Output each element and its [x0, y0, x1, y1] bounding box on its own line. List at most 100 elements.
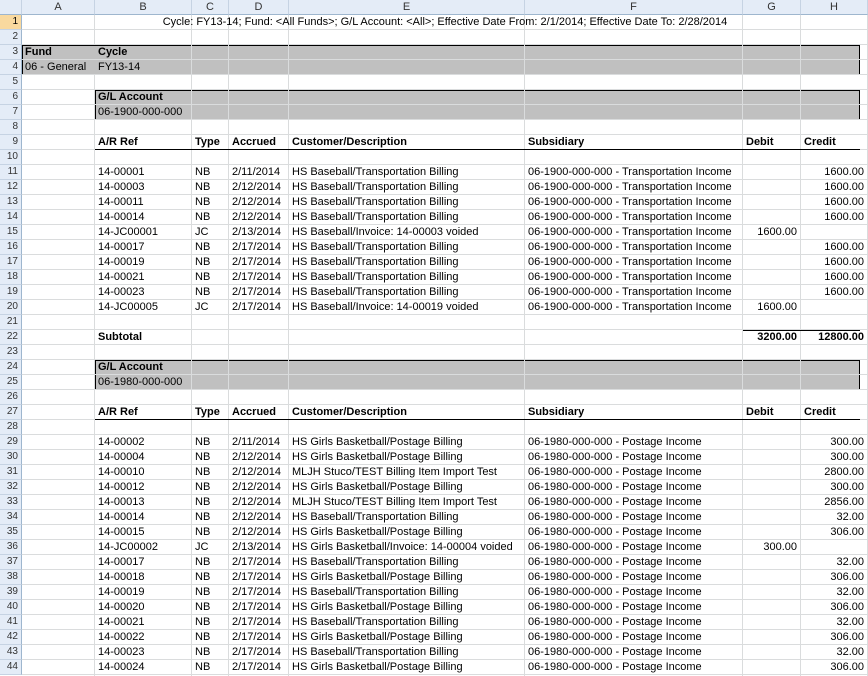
table-cell-desc[interactable]: HS Baseball/Transportation Billing [292, 195, 524, 209]
table-cell-debit[interactable] [746, 165, 800, 179]
row-header[interactable]: 24 [0, 360, 22, 375]
table-cell-credit[interactable]: 32.00 [804, 645, 867, 659]
table-cell-sub[interactable]: 06-1900-000-000 - Transportation Income [528, 165, 742, 179]
table-cell-sub[interactable]: 06-1980-000-000 - Postage Income [528, 585, 742, 599]
table-cell-ar[interactable]: 14-00018 [98, 570, 191, 584]
table-cell-desc[interactable]: HS Girls Basketball/Postage Billing [292, 525, 524, 539]
row-header[interactable]: 34 [0, 510, 22, 525]
table-cell-sub[interactable]: 06-1900-000-000 - Transportation Income [528, 195, 742, 209]
table-cell-type[interactable]: NB [195, 255, 228, 269]
table-cell-debit[interactable] [746, 270, 800, 284]
table-cell-desc[interactable]: HS Girls Basketball/Postage Billing [292, 570, 524, 584]
row-header[interactable]: 26 [0, 390, 22, 405]
row-header[interactable]: 22 [0, 330, 22, 345]
column-title-desc[interactable]: Customer/Description [292, 405, 524, 419]
table-cell-sub[interactable]: 06-1900-000-000 - Transportation Income [528, 180, 742, 194]
row-header[interactable]: 36 [0, 540, 22, 555]
row-header[interactable]: 18 [0, 270, 22, 285]
table-cell-accrued[interactable]: 2/17/2014 [232, 660, 288, 674]
column-header-f[interactable]: F [525, 0, 743, 15]
table-cell-accrued[interactable]: 2/12/2014 [232, 210, 288, 224]
table-cell-sub[interactable]: 06-1980-000-000 - Postage Income [528, 450, 742, 464]
table-cell-ar[interactable]: 14-00001 [98, 165, 191, 179]
table-cell-desc[interactable]: HS Girls Basketball/Postage Billing [292, 600, 524, 614]
row-header[interactable]: 25 [0, 375, 22, 390]
table-cell-sub[interactable]: 06-1980-000-000 - Postage Income [528, 540, 742, 554]
row-header[interactable]: 31 [0, 465, 22, 480]
table-cell-type[interactable]: NB [195, 450, 228, 464]
table-cell-sub[interactable]: 06-1980-000-000 - Postage Income [528, 660, 742, 674]
table-cell-credit[interactable] [804, 225, 867, 239]
column-title-credit[interactable]: Credit [804, 135, 867, 149]
table-cell-accrued[interactable]: 2/12/2014 [232, 510, 288, 524]
table-cell-debit[interactable] [746, 285, 800, 299]
table-cell-type[interactable]: NB [195, 285, 228, 299]
table-cell-ar[interactable]: 14-JC00005 [98, 300, 191, 314]
row-header[interactable]: 16 [0, 240, 22, 255]
table-cell-type[interactable]: NB [195, 555, 228, 569]
column-header-b[interactable]: B [95, 0, 192, 15]
gl-account-value[interactable]: 06-1900-000-000 [98, 105, 524, 119]
table-cell-accrued[interactable]: 2/12/2014 [232, 195, 288, 209]
table-cell-sub[interactable]: 06-1980-000-000 - Postage Income [528, 615, 742, 629]
row-header[interactable]: 11 [0, 165, 22, 180]
column-header-d[interactable]: D [229, 0, 289, 15]
table-cell-sub[interactable]: 06-1980-000-000 - Postage Income [528, 555, 742, 569]
table-cell-sub[interactable]: 06-1980-000-000 - Postage Income [528, 495, 742, 509]
table-cell-sub[interactable]: 06-1900-000-000 - Transportation Income [528, 225, 742, 239]
table-cell-debit[interactable] [746, 555, 800, 569]
table-cell-credit[interactable]: 1600.00 [804, 165, 867, 179]
table-cell-type[interactable]: NB [195, 630, 228, 644]
table-cell-credit[interactable]: 1600.00 [804, 270, 867, 284]
row-header[interactable]: 5 [0, 75, 22, 90]
column-title-type[interactable]: Type [195, 405, 228, 419]
table-cell-desc[interactable]: HS Girls Basketball/Postage Billing [292, 450, 524, 464]
table-cell-accrued[interactable]: 2/17/2014 [232, 300, 288, 314]
table-cell-sub[interactable]: 06-1900-000-000 - Transportation Income [528, 255, 742, 269]
table-cell-credit[interactable]: 1600.00 [804, 210, 867, 224]
cycle-value[interactable]: FY13-14 [98, 60, 191, 74]
table-cell-desc[interactable]: HS Baseball/Transportation Billing [292, 165, 524, 179]
row-header[interactable]: 8 [0, 120, 22, 135]
table-cell-sub[interactable]: 06-1980-000-000 - Postage Income [528, 465, 742, 479]
table-cell-sub[interactable]: 06-1980-000-000 - Postage Income [528, 435, 742, 449]
table-cell-desc[interactable]: HS Baseball/Transportation Billing [292, 585, 524, 599]
table-cell-type[interactable]: NB [195, 645, 228, 659]
select-all-corner[interactable] [0, 0, 22, 15]
table-cell-ar[interactable]: 14-JC00002 [98, 540, 191, 554]
table-cell-accrued[interactable]: 2/12/2014 [232, 450, 288, 464]
table-cell-debit[interactable] [746, 570, 800, 584]
row-header[interactable]: 33 [0, 495, 22, 510]
table-cell-ar[interactable]: 14-00019 [98, 585, 191, 599]
column-header-a[interactable]: A [22, 0, 95, 15]
table-cell-accrued[interactable]: 2/17/2014 [232, 645, 288, 659]
row-header[interactable]: 29 [0, 435, 22, 450]
table-cell-debit[interactable] [746, 465, 800, 479]
row-header[interactable]: 35 [0, 525, 22, 540]
table-cell-accrued[interactable]: 2/11/2014 [232, 165, 288, 179]
table-cell-type[interactable]: NB [195, 165, 228, 179]
table-cell-credit[interactable]: 1600.00 [804, 195, 867, 209]
table-cell-debit[interactable] [746, 495, 800, 509]
gl-account-label[interactable]: G/L Account [98, 90, 524, 104]
row-header[interactable]: 9 [0, 135, 22, 150]
table-cell-ar[interactable]: 14-00012 [98, 480, 191, 494]
table-cell-type[interactable]: NB [195, 510, 228, 524]
table-cell-accrued[interactable]: 2/13/2014 [232, 540, 288, 554]
table-cell-debit[interactable] [746, 480, 800, 494]
table-cell-desc[interactable]: HS Girls Basketball/Postage Billing [292, 435, 524, 449]
table-cell-type[interactable]: NB [195, 210, 228, 224]
table-cell-credit[interactable]: 300.00 [804, 435, 867, 449]
column-title-ar[interactable]: A/R Ref [98, 405, 191, 419]
row-header[interactable]: 12 [0, 180, 22, 195]
column-title-type[interactable]: Type [195, 135, 228, 149]
column-title-desc[interactable]: Customer/Description [292, 135, 524, 149]
table-cell-sub[interactable]: 06-1900-000-000 - Transportation Income [528, 300, 742, 314]
table-cell-credit[interactable]: 306.00 [804, 660, 867, 674]
table-cell-desc[interactable]: HS Baseball/Transportation Billing [292, 285, 524, 299]
table-cell-debit[interactable]: 1600.00 [746, 300, 800, 314]
column-title-sub[interactable]: Subsidiary [528, 135, 742, 149]
row-header[interactable]: 44 [0, 660, 22, 675]
table-cell-ar[interactable]: 14-00021 [98, 270, 191, 284]
table-cell-debit[interactable] [746, 510, 800, 524]
